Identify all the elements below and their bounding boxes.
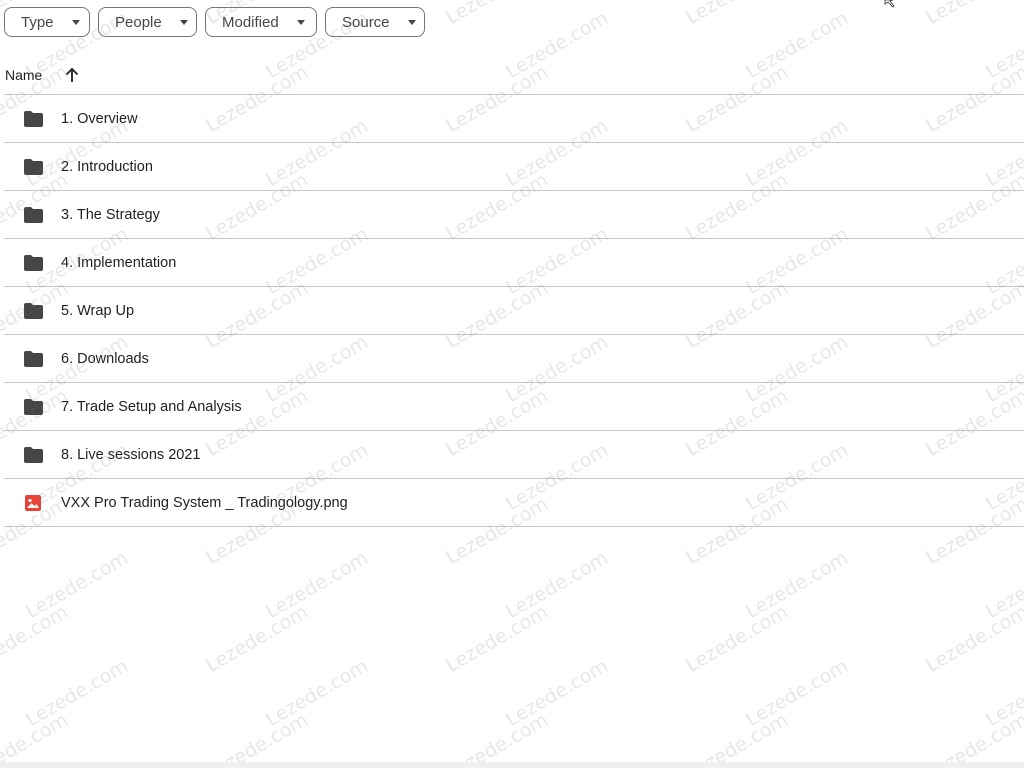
image-file-icon	[22, 492, 44, 514]
watermark-text: Lezede.com	[262, 654, 372, 732]
file-list: 1. Overview 2. Introduction 3. The Strateg…	[4, 95, 1024, 527]
watermark-text: Lezede.com	[0, 708, 72, 768]
folder-icon	[23, 158, 43, 175]
source-filter-label: Source	[342, 13, 390, 31]
watermark-text: Lezede.com	[682, 0, 792, 29]
drive-file-list-page: Type People Modified Source Name 1. Over…	[0, 0, 1024, 768]
file-name: 5. Wrap Up	[61, 302, 135, 319]
file-name: 7. Trade Setup and Analysis	[61, 398, 242, 415]
file-row[interactable]: 3. The Strategy	[4, 191, 1024, 239]
file-name: 4. Implementation	[61, 254, 177, 271]
dropdown-caret-icon	[179, 20, 188, 25]
folder-icon	[22, 252, 44, 274]
watermark-text: Lezede.com	[502, 654, 612, 732]
modified-filter-label: Modified	[222, 13, 279, 31]
folder-icon	[22, 300, 44, 322]
watermark-text: Lezede.com	[262, 546, 372, 624]
folder-icon	[23, 446, 43, 463]
folder-icon	[22, 156, 44, 178]
watermark-text: Lezede.com	[922, 600, 1024, 678]
watermark-text: Lezede.com	[502, 546, 612, 624]
folder-icon	[22, 396, 44, 418]
watermark-text: Lezede.com	[22, 546, 132, 624]
file-row[interactable]: 1. Overview	[4, 95, 1024, 143]
folder-icon	[23, 254, 43, 271]
folder-icon	[22, 108, 44, 130]
people-filter-chip[interactable]: People	[98, 7, 197, 37]
watermark-text: Lezede.com	[442, 600, 552, 678]
column-header: Name	[0, 56, 1024, 94]
folder-icon	[23, 350, 43, 367]
source-filter-chip[interactable]: Source	[325, 7, 425, 37]
file-name: 6. Downloads	[61, 350, 149, 367]
bottom-strip	[0, 762, 1024, 768]
watermark-text: Lezede.com	[982, 654, 1024, 732]
file-name: 8. Live sessions 2021	[61, 446, 201, 463]
type-filter-chip[interactable]: Type	[4, 7, 90, 37]
watermark-text: Lezede.com	[682, 600, 792, 678]
watermark-text: Lezede.com	[0, 600, 72, 678]
people-filter-label: People	[115, 13, 162, 31]
file-row[interactable]: 8. Live sessions 2021	[4, 431, 1024, 479]
file-name: VXX Pro Trading System _ Tradingology.pn…	[61, 494, 348, 511]
file-name: 2. Introduction	[61, 158, 153, 175]
folder-icon	[23, 398, 43, 415]
watermark-text: Lezede.com	[982, 546, 1024, 624]
watermark-text: Lezede.com	[442, 0, 552, 29]
watermark-text: Lezede.com	[202, 708, 312, 768]
sort-direction-button[interactable]	[62, 65, 82, 85]
dropdown-caret-icon	[71, 20, 80, 25]
dropdown-caret-icon	[407, 20, 416, 25]
image-file-icon	[25, 494, 41, 511]
file-name: 1. Overview	[61, 110, 138, 127]
modified-filter-chip[interactable]: Modified	[205, 7, 317, 37]
folder-icon	[22, 204, 44, 226]
folder-icon	[23, 302, 43, 319]
type-filter-label: Type	[21, 13, 54, 31]
watermark-text: Lezede.com	[22, 654, 132, 732]
file-row[interactable]: 5. Wrap Up	[4, 287, 1024, 335]
folder-icon	[22, 348, 44, 370]
file-row[interactable]: 2. Introduction	[4, 143, 1024, 191]
file-row[interactable]: 6. Downloads	[4, 335, 1024, 383]
arrow-up-icon	[66, 67, 79, 82]
file-name: 3. The Strategy	[61, 206, 160, 223]
folder-icon	[23, 206, 43, 223]
file-row[interactable]: 7. Trade Setup and Analysis	[4, 383, 1024, 431]
watermark-text: Lezede.com	[682, 708, 792, 768]
watermark-text: Lezede.com	[922, 0, 1024, 29]
filter-bar: Type People Modified Source	[4, 7, 425, 37]
watermark-text: Lezede.com	[742, 546, 852, 624]
watermark-text: Lezede.com	[922, 708, 1024, 768]
watermark-text: Lezede.com	[202, 600, 312, 678]
dropdown-caret-icon	[296, 20, 305, 25]
mouse-cursor-icon	[884, 0, 895, 8]
folder-icon	[22, 444, 44, 466]
watermark-text: Lezede.com	[442, 708, 552, 768]
file-row[interactable]: 4. Implementation	[4, 239, 1024, 287]
folder-icon	[23, 110, 43, 127]
name-column-header[interactable]: Name	[5, 67, 42, 83]
file-row[interactable]: VXX Pro Trading System _ Tradingology.pn…	[4, 479, 1024, 527]
watermark-text: Lezede.com	[742, 654, 852, 732]
